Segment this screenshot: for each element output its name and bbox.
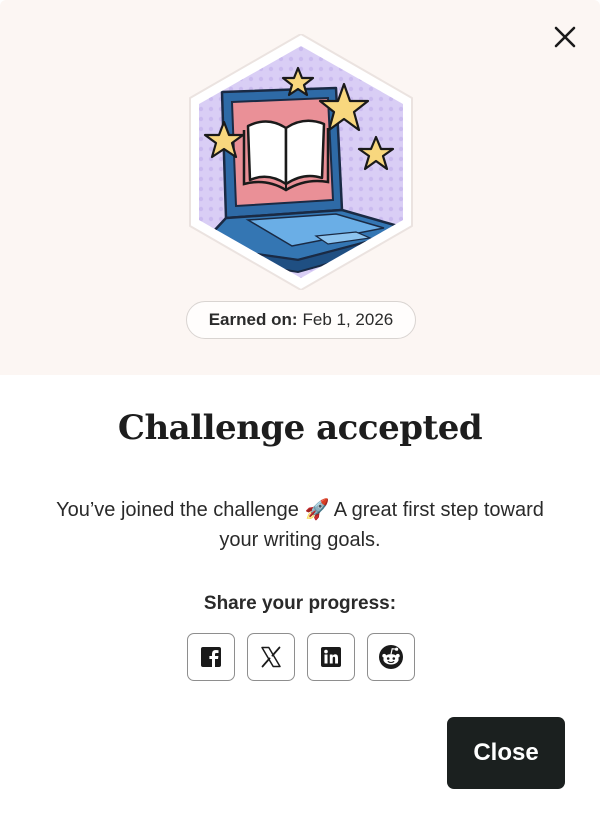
modal-title: Challenge accepted: [117, 408, 483, 448]
achievement-badge-image: [186, 33, 416, 291]
linkedin-icon: [321, 647, 341, 667]
close-icon[interactable]: [552, 24, 578, 50]
badge-hero: Earned on: Feb 1, 2026: [0, 0, 600, 375]
earned-date: Feb 1, 2026: [302, 310, 394, 329]
earned-label: Earned on:: [208, 310, 298, 329]
achievement-modal: Earned on: Feb 1, 2026 Challenge accepte…: [0, 0, 600, 826]
reddit-icon: [379, 645, 403, 669]
share-label: Share your progress:: [203, 593, 397, 614]
share-x-button[interactable]: [247, 633, 295, 681]
modal-description: You’ve joined the challenge 🚀 A great fi…: [56, 499, 544, 551]
x-icon: [261, 646, 281, 668]
facebook-icon: [201, 647, 221, 667]
share-reddit-button[interactable]: [367, 633, 415, 681]
share-buttons: [187, 633, 415, 681]
earned-date-badge: Earned on: Feb 1, 2026: [186, 301, 416, 339]
close-button[interactable]: Close: [447, 717, 565, 789]
share-linkedin-button[interactable]: [307, 633, 355, 681]
share-facebook-button[interactable]: [187, 633, 235, 681]
